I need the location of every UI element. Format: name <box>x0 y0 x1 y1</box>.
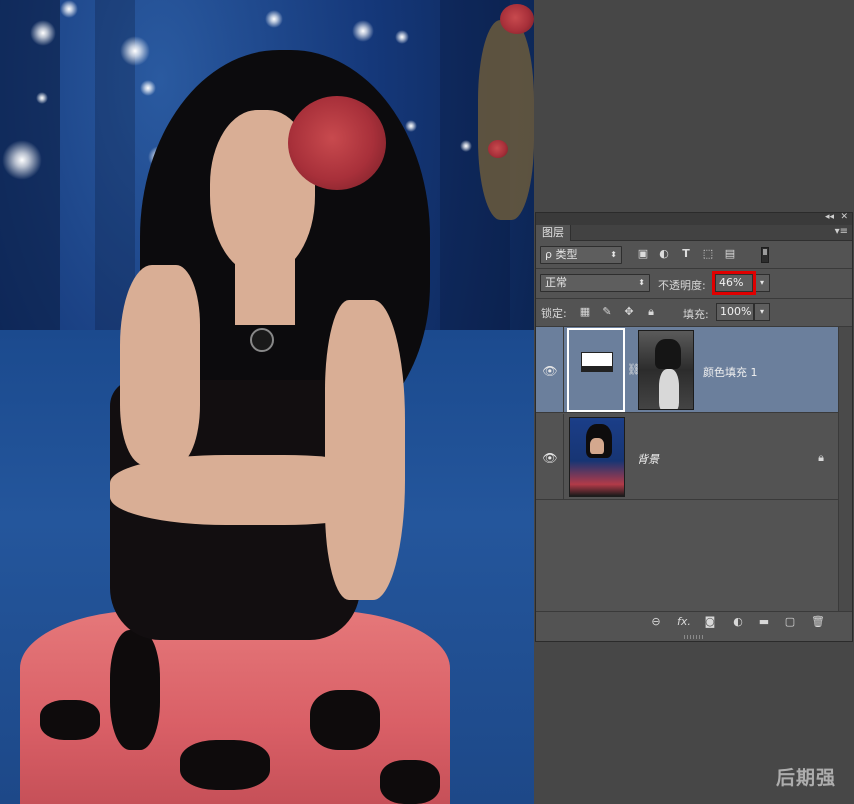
bokeh-light <box>460 140 472 152</box>
bokeh-light <box>60 0 78 18</box>
crossed-arms <box>110 455 400 525</box>
left-arm <box>120 265 200 465</box>
opacity-highlight-box <box>712 271 756 295</box>
updown-arrow-icon: ⬍ <box>610 250 617 259</box>
layers-list: 👁︎ ⛓︎ 颜色填充 1 👁︎ 背景 🔒︎ <box>536 327 838 615</box>
shape-filter-icon[interactable]: ⬚ <box>701 247 715 260</box>
layers-panel: ◂◂ ✕ 图层 ▾≡ ρ 类型 ⬍ ▣ ◐ T ⬚ ▤ 正常 ⬍ 不透明度: 4… <box>535 212 853 642</box>
fill-slider-button[interactable]: ▾ <box>754 303 770 321</box>
blend-mode-select[interactable]: 正常 ⬍ <box>540 274 650 292</box>
eye-icon[interactable]: 👁︎ <box>542 365 558 377</box>
adjustment-filter-icon[interactable]: ◐ <box>657 247 671 260</box>
skirt-ruffle <box>380 760 440 804</box>
background-thumbnail[interactable] <box>569 417 625 497</box>
bokeh-light <box>120 36 150 66</box>
filter-kind-select[interactable]: ρ 类型 ⬍ <box>540 246 622 264</box>
neck <box>235 255 295 325</box>
fill-input[interactable]: 100% <box>716 303 754 321</box>
panel-menu-icon[interactable]: ▾≡ <box>835 226 848 237</box>
eye-icon[interactable]: 👁︎ <box>542 452 558 464</box>
skirt-ruffle <box>180 740 270 790</box>
lock-image-pixels-icon[interactable]: ✎ <box>600 305 614 319</box>
skirt-ruffle <box>40 700 100 740</box>
new-group-icon[interactable]: ▬ <box>756 615 772 629</box>
color-fill-icon <box>581 352 613 372</box>
opacity-label: 不透明度: <box>658 279 706 292</box>
bokeh-light <box>140 80 156 96</box>
lock-fill-row: 锁定: ▦ ✎ ✥ 🔒︎ 填充: 100% ▾ <box>536 299 852 325</box>
double-chevron-left-icon[interactable]: ◂◂ <box>825 212 834 222</box>
pink-flower <box>488 140 508 158</box>
panel-resize-grip[interactable] <box>684 635 704 639</box>
filter-kind-label: ρ 类型 <box>545 248 578 261</box>
close-panel-icon[interactable]: ✕ <box>840 212 848 222</box>
skirt-ruffle <box>110 630 160 750</box>
lock-label: 锁定: <box>541 307 567 320</box>
layer-lock-icon: 🔒︎ <box>818 451 824 464</box>
pink-flower <box>500 4 534 34</box>
type-filter-icon[interactable]: T <box>679 247 693 260</box>
lock-all-icon[interactable]: 🔒︎ <box>644 305 658 319</box>
panel-title-bar[interactable]: ◂◂ ✕ <box>536 212 852 225</box>
figure-silhouette <box>655 339 681 369</box>
bokeh-light <box>405 120 417 132</box>
layer-row-color-fill[interactable]: 👁︎ ⛓︎ 颜色填充 1 <box>536 327 838 413</box>
opacity-slider-button[interactable]: ▾ <box>754 274 770 292</box>
panel-tab-row: 图层 ▾≡ <box>536 225 852 241</box>
bokeh-light <box>36 92 48 104</box>
flower-branch <box>478 20 534 220</box>
updown-arrow-icon: ⬍ <box>638 278 645 287</box>
bokeh-light <box>395 30 409 44</box>
lock-transparent-pixels-icon[interactable]: ▦ <box>578 305 592 319</box>
new-layer-icon[interactable]: ▢ <box>782 615 798 629</box>
fill-thumbnail[interactable] <box>567 328 625 412</box>
layer-row-background[interactable]: 👁︎ 背景 🔒︎ <box>536 414 838 500</box>
layer-mask-thumbnail[interactable] <box>638 330 694 410</box>
right-arm <box>325 300 405 600</box>
layers-scrollbar[interactable] <box>838 327 852 615</box>
skirt-ruffle <box>310 690 380 750</box>
pendant-necklace <box>250 328 274 352</box>
lock-position-icon[interactable]: ✥ <box>622 305 636 319</box>
layer-filter-row: ρ 类型 ⬍ ▣ ◐ T ⬚ ▤ <box>536 243 852 267</box>
photo-canvas[interactable] <box>0 0 534 804</box>
fx-icon[interactable]: fx. <box>672 615 696 629</box>
blend-opacity-row: 正常 ⬍ 不透明度: 46% ▾ <box>536 269 852 297</box>
bokeh-light <box>352 20 374 42</box>
add-mask-icon[interactable]: ◙ <box>702 615 718 629</box>
bokeh-light <box>2 140 42 180</box>
blend-mode-value: 正常 <box>545 276 567 289</box>
smart-object-filter-icon[interactable]: ▤ <box>723 247 737 260</box>
new-adjustment-icon[interactable]: ◐ <box>730 615 746 629</box>
watermark-logo: 后期强 <box>775 767 836 789</box>
trash-icon[interactable]: 🗑︎ <box>810 615 826 629</box>
layer-name[interactable]: 颜色填充 1 <box>703 364 758 380</box>
image-filter-icon[interactable]: ▣ <box>636 247 650 260</box>
figure-silhouette <box>590 438 604 454</box>
link-layers-icon[interactable]: ⊖ <box>648 615 664 629</box>
bokeh-light <box>265 10 283 28</box>
filter-toggle-switch[interactable] <box>761 247 769 263</box>
tab-layers[interactable]: 图层 <box>536 225 571 241</box>
layer-name[interactable]: 背景 <box>637 451 659 467</box>
figure-silhouette <box>659 369 679 409</box>
layers-bottom-toolbar: ⊖ fx. ◙ ◐ ▬ ▢ 🗑︎ <box>536 611 852 631</box>
red-rose-hair-accessory <box>288 96 386 190</box>
fill-label: 填充: <box>683 308 709 321</box>
bokeh-light <box>30 20 56 46</box>
